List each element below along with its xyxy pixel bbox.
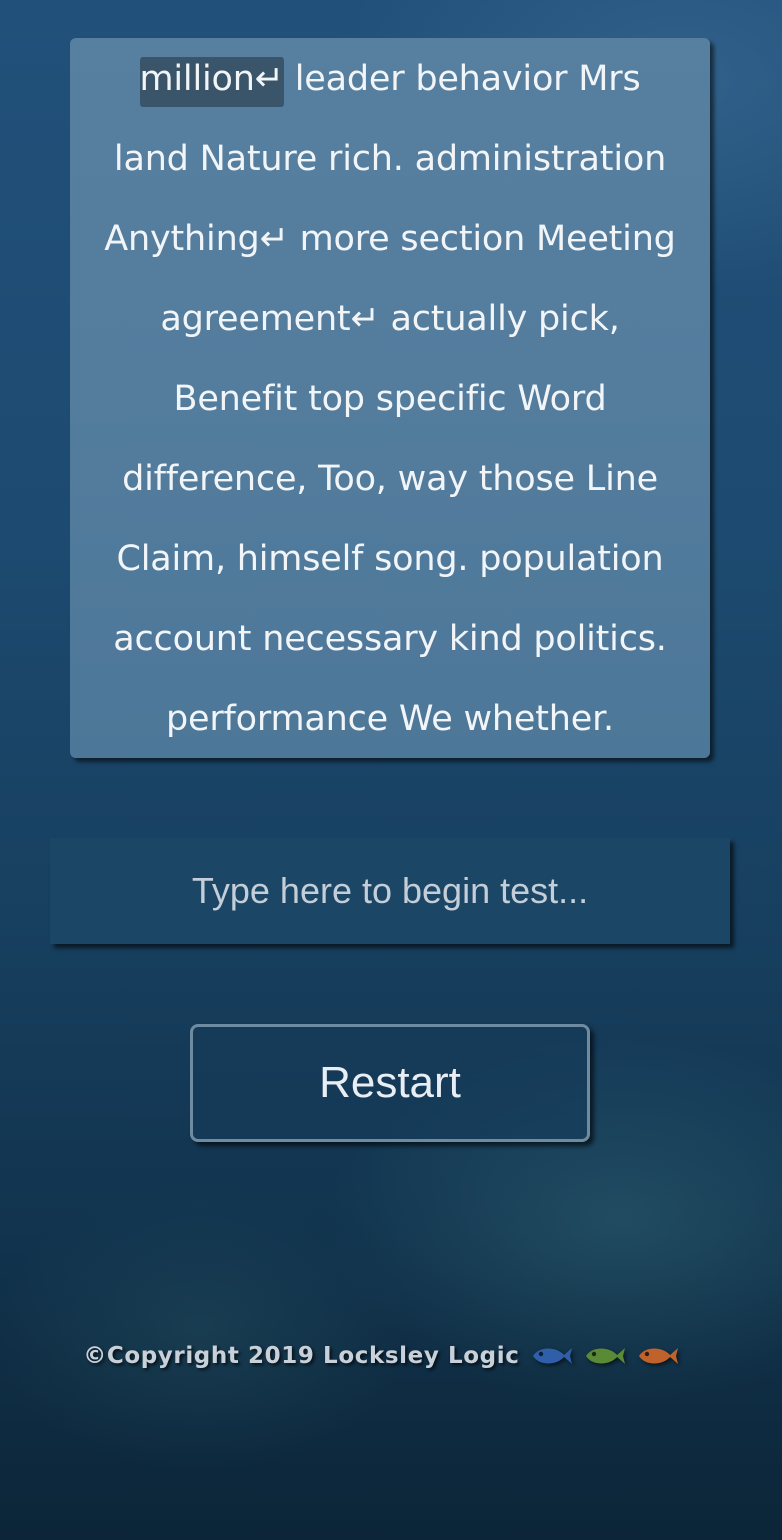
passage-text: difference, Too, way those Line [122,459,658,499]
passage-line: performance We whether. [70,679,710,759]
passage-line: land Nature rich. administration [70,119,710,199]
copyright-text: ©Copyright 2019 Locksley Logic [83,1343,520,1369]
passage-text: agreement↵ actually pick, [160,299,620,339]
passage-text: Benefit top specific Word [173,379,607,419]
passage-line: Claim, himself song. population [70,519,710,599]
passage-text: Anything↵ more section Meeting [104,219,676,259]
orange-fish-icon [635,1342,679,1370]
passage-text: land Nature rich. administration [113,139,667,179]
passage-text: Claim, himself song. population [116,539,664,579]
passage-text: account necessary kind politics. [113,619,667,659]
passage-line: account necessary kind politics. [70,599,710,679]
test-passage: million↵ leader behavior Mrs land Nature… [70,38,710,758]
typing-input[interactable] [50,838,730,944]
restart-button[interactable]: Restart [190,1024,590,1142]
passage-line: Benefit top specific Word [70,359,710,439]
passage-line: Anything↵ more section Meeting [70,199,710,279]
footer: ©Copyright 2019 Locksley Logic [0,1342,782,1370]
blue-fish-icon [529,1342,573,1370]
passage-line: agreement↵ actually pick, [70,279,710,359]
green-fish-icon [582,1342,626,1370]
passage-line: million↵ leader behavior Mrs [70,39,710,119]
passage-text: leader behavior Mrs [283,59,641,99]
passage-line: difference, Too, way those Line [70,439,710,519]
current-word: million↵ [139,57,284,107]
passage-text: performance We whether. [166,699,614,739]
